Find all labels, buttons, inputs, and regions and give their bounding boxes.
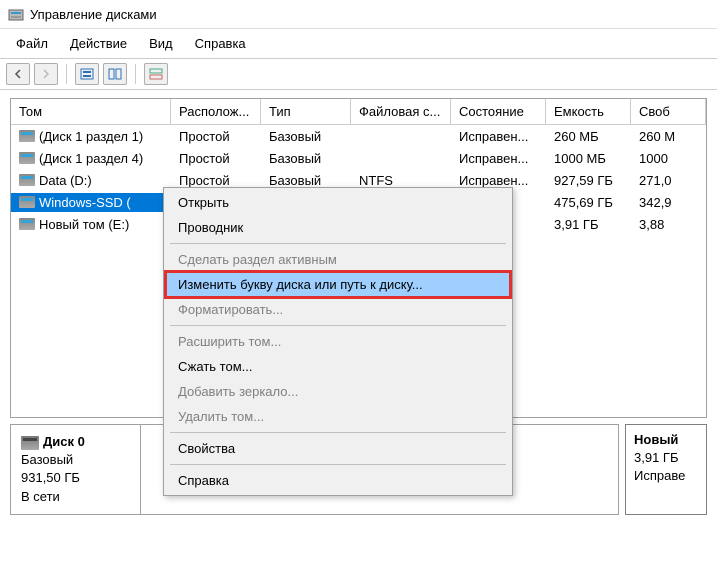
column-capacity[interactable]: Емкость [546, 99, 631, 124]
ctx-open[interactable]: Открыть [166, 190, 510, 215]
window-title: Управление дисками [30, 7, 157, 22]
content-area: Том Располож... Тип Файловая с... Состоя… [0, 90, 717, 525]
toolbar [0, 59, 717, 90]
menubar: Файл Действие Вид Справка [0, 29, 717, 59]
toolbar-separator [66, 64, 67, 84]
forward-button[interactable] [34, 63, 58, 85]
column-free[interactable]: Своб [631, 99, 706, 124]
partition-box[interactable]: Новый 3,91 ГБ Исправе [625, 424, 707, 515]
disk-info: Диск 0 Базовый 931,50 ГБ В сети [11, 425, 141, 514]
ctx-separator [170, 464, 506, 465]
list-header: Том Располож... Тип Файловая с... Состоя… [11, 99, 706, 125]
column-type[interactable]: Тип [261, 99, 351, 124]
ctx-mark-active: Сделать раздел активным [166, 247, 510, 272]
volume-icon [19, 152, 35, 164]
ctx-format: Форматировать... [166, 297, 510, 322]
ctx-help[interactable]: Справка [166, 468, 510, 493]
view-disks-button[interactable] [103, 63, 127, 85]
ctx-separator [170, 432, 506, 433]
volume-icon [19, 196, 35, 208]
ctx-change-letter[interactable]: Изменить букву диска или путь к диску... [166, 272, 510, 297]
titlebar: Управление дисками [0, 0, 717, 29]
menu-view[interactable]: Вид [139, 33, 183, 54]
menu-help[interactable]: Справка [185, 33, 256, 54]
context-menu: Открыть Проводник Сделать раздел активны… [163, 187, 513, 496]
volume-icon [19, 174, 35, 186]
volume-row[interactable]: (Диск 1 раздел 1) Простой Базовый Исправ… [11, 125, 706, 147]
back-button[interactable] [6, 63, 30, 85]
ctx-delete: Удалить том... [166, 404, 510, 429]
toolbar-separator [135, 64, 136, 84]
volume-row[interactable]: (Диск 1 раздел 4) Простой Базовый Исправ… [11, 147, 706, 169]
column-filesystem[interactable]: Файловая с... [351, 99, 451, 124]
view-volumes-button[interactable] [75, 63, 99, 85]
ctx-explorer[interactable]: Проводник [166, 215, 510, 240]
disk-icon [21, 436, 39, 450]
volumes-list: Том Располож... Тип Файловая с... Состоя… [10, 98, 707, 418]
ctx-separator [170, 325, 506, 326]
column-layout[interactable]: Располож... [171, 99, 261, 124]
ctx-separator [170, 243, 506, 244]
ctx-extend: Расширить том... [166, 329, 510, 354]
ctx-shrink[interactable]: Сжать том... [166, 354, 510, 379]
volume-icon [19, 130, 35, 142]
volume-icon [19, 218, 35, 230]
column-volume[interactable]: Том [11, 99, 171, 124]
ctx-properties[interactable]: Свойства [166, 436, 510, 461]
menu-file[interactable]: Файл [6, 33, 58, 54]
menu-action[interactable]: Действие [60, 33, 137, 54]
ctx-add-mirror: Добавить зеркало... [166, 379, 510, 404]
column-status[interactable]: Состояние [451, 99, 546, 124]
app-icon [8, 6, 24, 22]
refresh-button[interactable] [144, 63, 168, 85]
